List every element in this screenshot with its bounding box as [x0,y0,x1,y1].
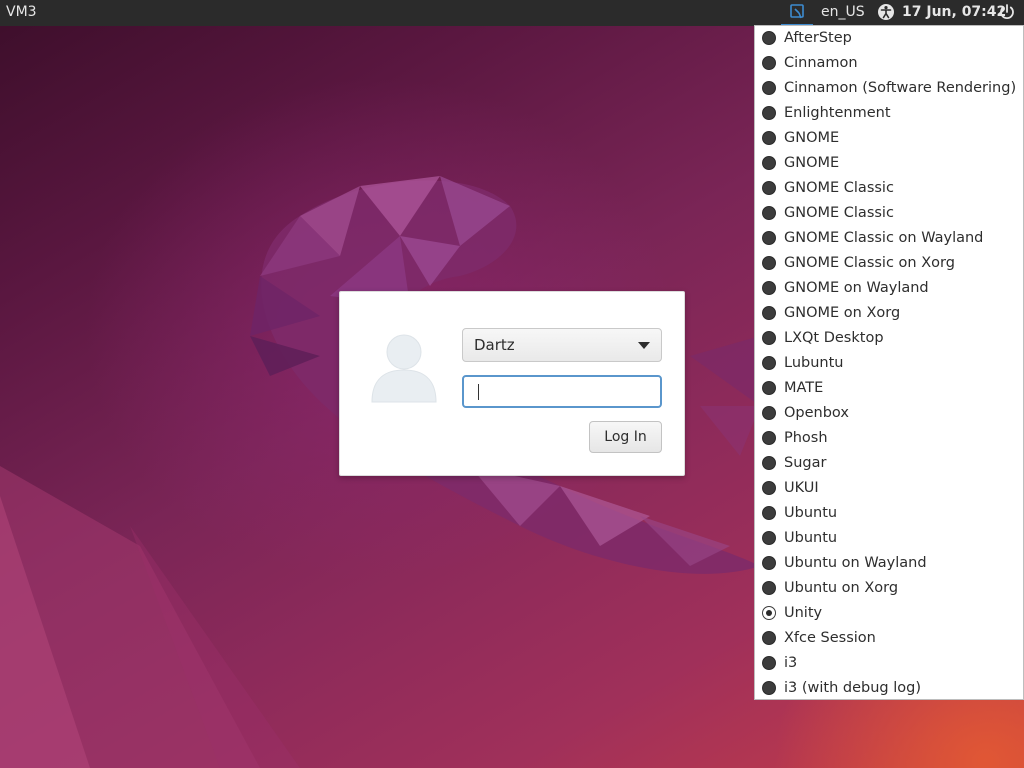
radio-unchecked-icon [762,156,776,170]
session-menu-item[interactable]: Ubuntu on Xorg [755,576,1023,601]
radio-unchecked-icon [762,631,776,645]
session-menu-item-label: Enlightenment [784,105,891,121]
session-menu-item[interactable]: Ubuntu [755,526,1023,551]
radio-unchecked-icon [762,331,776,345]
session-menu-item-label: AfterStep [784,30,852,46]
language-indicator[interactable]: en_US [821,4,865,20]
username-dropdown[interactable]: Dartz [462,328,662,362]
session-menu-item[interactable]: GNOME Classic on Xorg [755,251,1023,276]
session-menu-item[interactable]: Cinnamon [755,51,1023,76]
session-menu-item-label: Ubuntu [784,505,838,521]
session-menu-item[interactable]: Xfce Session [755,626,1023,651]
radio-unchecked-icon [762,456,776,470]
power-icon[interactable] [998,3,1016,21]
radio-unchecked-icon [762,131,776,145]
radio-unchecked-icon [762,281,776,295]
session-menu-item-label: GNOME Classic on Xorg [784,255,955,271]
login-button[interactable]: Log In [589,421,662,453]
radio-unchecked-icon [762,656,776,670]
session-menu-item[interactable]: GNOME Classic on Wayland [755,226,1023,251]
session-menu-item[interactable]: Ubuntu on Wayland [755,551,1023,576]
radio-unchecked-icon [762,231,776,245]
session-menu-item-label: Cinnamon [784,55,858,71]
radio-unchecked-icon [762,506,776,520]
session-menu-item-label: GNOME on Xorg [784,305,901,321]
session-menu-item-label: MATE [784,380,824,396]
session-menu-item[interactable]: GNOME Classic [755,201,1023,226]
session-menu-item[interactable]: UKUI [755,476,1023,501]
session-menu-item[interactable]: GNOME Classic [755,176,1023,201]
radio-unchecked-icon [762,531,776,545]
top-panel: VM3 en_US 17 Jun, 07:42 [0,0,1024,26]
password-field[interactable] [462,375,662,408]
session-menu-item-label: GNOME Classic [784,180,894,196]
session-menu-item-label: LXQt Desktop [784,330,884,346]
session-menu-item-label: Ubuntu on Xorg [784,580,899,596]
session-menu-item[interactable]: GNOME on Xorg [755,301,1023,326]
session-menu-item[interactable]: GNOME [755,151,1023,176]
session-menu-item-label: GNOME [784,155,840,171]
session-indicator-button[interactable] [781,0,813,26]
session-menu-item-label: GNOME [784,130,840,146]
radio-unchecked-icon [762,306,776,320]
session-menu-item-label: Unity [784,605,823,621]
radio-checked-icon [762,606,776,620]
session-menu-item-label: Cinnamon (Software Rendering) [784,80,1017,96]
accessibility-icon[interactable] [877,3,895,21]
session-menu-item[interactable]: AfterStep [755,26,1023,51]
radio-unchecked-icon [762,406,776,420]
chevron-down-icon [638,342,650,349]
session-menu-item[interactable]: Enlightenment [755,101,1023,126]
session-menu-item[interactable]: Phosh [755,426,1023,451]
session-menu-item-label: GNOME Classic [784,205,894,221]
user-avatar-icon [371,334,437,403]
session-menu-item-label: Phosh [784,430,828,446]
session-menu-item[interactable]: i3 [755,651,1023,676]
session-menu-item[interactable]: Sugar [755,451,1023,476]
radio-unchecked-icon [762,381,776,395]
session-menu-item[interactable]: GNOME on Wayland [755,276,1023,301]
session-menu-item-label: Sugar [784,455,827,471]
radio-unchecked-icon [762,681,776,695]
radio-unchecked-icon [762,581,776,595]
session-menu-item[interactable]: i3 (with debug log) [755,676,1023,701]
text-cursor [478,384,479,400]
session-menu-item-label: GNOME on Wayland [784,280,929,296]
radio-unchecked-icon [762,431,776,445]
session-menu-item[interactable]: Ubuntu [755,501,1023,526]
username-value: Dartz [474,336,515,354]
session-menu-item[interactable]: LXQt Desktop [755,326,1023,351]
radio-unchecked-icon [762,481,776,495]
session-menu-item[interactable]: MATE [755,376,1023,401]
session-menu: AfterStep Cinnamon Cinnamon (Software Rend… [754,25,1024,700]
hostname-label: VM3 [6,4,37,20]
session-menu-item-label: Openbox [784,405,849,421]
session-menu-item-label: Ubuntu [784,530,838,546]
login-dialog: Dartz Log In [339,291,685,476]
session-menu-item-label: UKUI [784,480,819,496]
radio-unchecked-icon [762,206,776,220]
radio-unchecked-icon [762,56,776,70]
radio-unchecked-icon [762,106,776,120]
session-menu-item[interactable]: Openbox [755,401,1023,426]
radio-unchecked-icon [762,31,776,45]
session-menu-item-label: GNOME Classic on Wayland [784,230,984,246]
clock[interactable]: 17 Jun, 07:42 [902,4,1006,20]
radio-unchecked-icon [762,556,776,570]
session-icon [790,4,804,19]
radio-unchecked-icon [762,356,776,370]
session-menu-item-label: i3 (with debug log) [784,680,921,696]
radio-unchecked-icon [762,181,776,195]
session-menu-item-label: i3 [784,655,798,671]
session-menu-item-label: Ubuntu on Wayland [784,555,927,571]
session-menu-item-label: Xfce Session [784,630,876,646]
radio-unchecked-icon [762,81,776,95]
session-menu-item[interactable]: Lubuntu [755,351,1023,376]
session-menu-item-label: Lubuntu [784,355,844,371]
radio-unchecked-icon [762,256,776,270]
session-menu-item[interactable]: GNOME [755,126,1023,151]
session-menu-item[interactable]: Cinnamon (Software Rendering) [755,76,1023,101]
session-menu-item[interactable]: Unity [755,601,1023,626]
